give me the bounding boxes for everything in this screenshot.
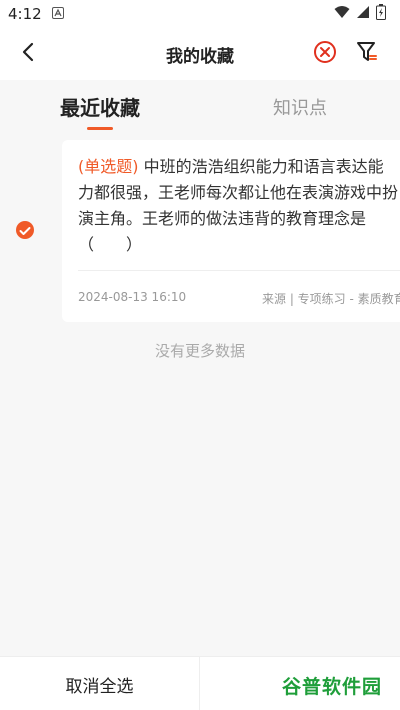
status-bar: 4:12 — [0, 0, 400, 28]
list-item[interactable]: (单选题) 中班的浩浩组织能力和语言表达能力都很强，王老师每次都让他在表演游戏中… — [0, 140, 400, 322]
a-notification-icon — [51, 5, 64, 23]
nav-bar: 我的收藏 — [0, 28, 400, 80]
tab-knowledge-points[interactable]: 知识点 — [240, 94, 360, 130]
selected-checkbox[interactable] — [16, 221, 34, 239]
wifi-icon — [334, 5, 350, 23]
question-text: (单选题) 中班的浩浩组织能力和语言表达能力都很强，王老师每次都让他在表演游戏中… — [78, 154, 398, 258]
tab-recent-favorites[interactable]: 最近收藏 — [40, 92, 160, 128]
back-button[interactable] — [14, 40, 42, 68]
cancel-select-all-button[interactable]: 取消全选 — [0, 657, 199, 710]
question-card[interactable]: (单选题) 中班的浩浩组织能力和语言表达能力都很强，王老师每次都让他在表演游戏中… — [62, 140, 400, 322]
check-icon — [19, 221, 31, 240]
clear-button[interactable] — [312, 41, 338, 67]
page-title: 我的收藏 — [166, 46, 234, 67]
filter-button[interactable] — [354, 41, 380, 67]
active-tab-indicator — [87, 127, 113, 130]
battery-charging-icon — [376, 4, 386, 24]
clear-icon — [313, 40, 337, 68]
question-type-badge: (单选题) — [78, 157, 139, 176]
filter-icon — [355, 40, 379, 68]
status-left: 4:12 — [8, 5, 64, 23]
status-right — [334, 4, 386, 24]
no-more-data-text: 没有更多数据 — [154, 342, 245, 360]
card-date: 2024-08-13 16:10 — [78, 290, 187, 304]
tab-bar: 最近收藏 知识点 — [0, 80, 400, 135]
back-icon — [21, 42, 35, 66]
signal-icon — [356, 5, 370, 23]
card-source: 来源 | 专项练习 - 素质教育 — [262, 292, 400, 306]
card-divider — [78, 270, 400, 271]
status-time: 4:12 — [8, 5, 42, 23]
watermark-logo: 谷普软件园 — [272, 668, 392, 702]
